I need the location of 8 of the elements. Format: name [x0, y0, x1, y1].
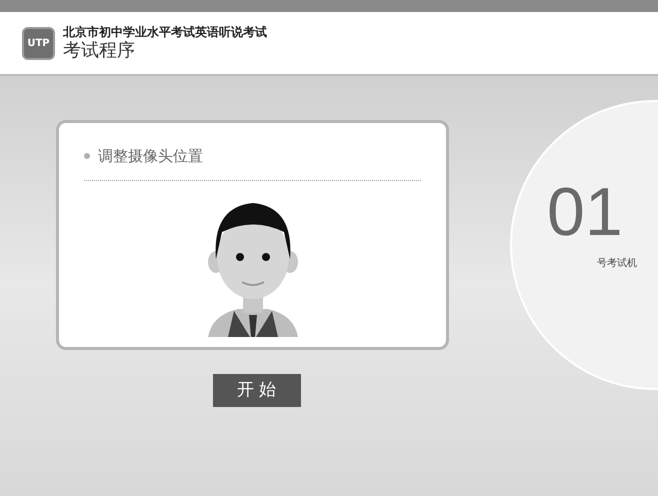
page-title: 考试程序 — [63, 40, 136, 62]
bullet-icon — [84, 153, 90, 160]
station-label: 号考试机 — [597, 256, 638, 271]
instruction-text: 调整摄像头位置 — [98, 146, 203, 167]
app-logo: UTP — [22, 26, 55, 60]
exam-name: 北京市初中学业水平考试英语听说考试 — [63, 24, 267, 40]
start-button[interactable]: 开 始 — [212, 374, 300, 407]
station-number: 01 — [547, 173, 624, 252]
